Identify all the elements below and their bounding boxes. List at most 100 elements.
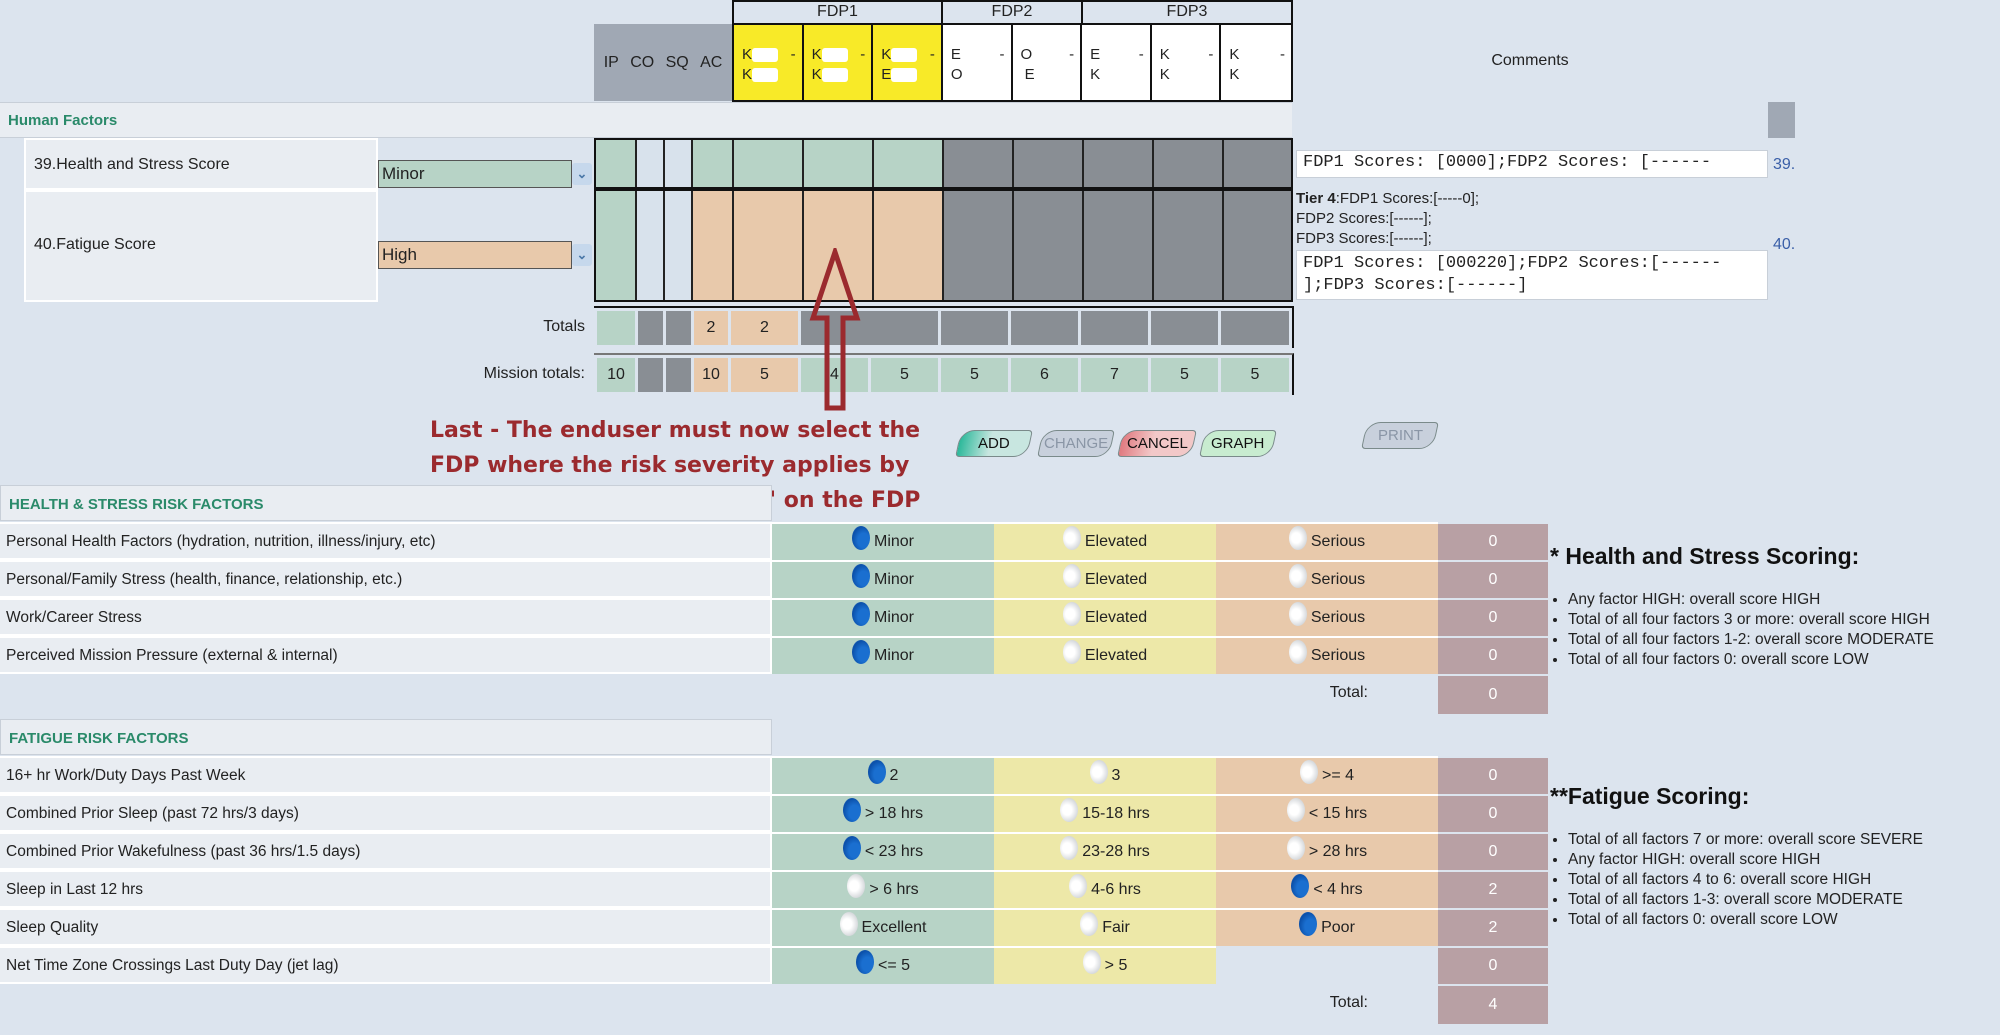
radio-unselected-icon[interactable] [839,912,858,936]
risk-option-moderate[interactable]: > 5 [994,946,1216,984]
radio-unselected-icon[interactable] [1288,526,1307,550]
print-button[interactable]: PRINT [1361,422,1439,449]
risk-option-moderate[interactable]: Elevated [994,522,1216,560]
risk-option-high[interactable]: Poor [1216,908,1438,946]
radio-unselected-icon[interactable] [1062,640,1081,664]
risk-option-low[interactable]: Minor [772,636,994,674]
grid-cell-ac[interactable] [693,191,734,300]
risk-option-moderate[interactable]: Fair [994,908,1216,946]
grid-cell-ip[interactable] [596,191,637,300]
scrollbar-thumb[interactable] [1768,102,1795,138]
risk-option-moderate[interactable]: Elevated [994,598,1216,636]
fdp1-leg-3[interactable]: K-E [873,25,943,100]
radio-unselected-icon[interactable] [1288,640,1307,664]
grid-cell-fdp3-leg3[interactable] [1224,140,1291,187]
radio-selected-icon[interactable] [855,950,874,974]
grid-cell-fdp2-leg2[interactable] [1014,191,1084,300]
grid-cell-fdp3-leg1[interactable] [1084,191,1154,300]
risk-option-moderate[interactable]: Elevated [994,560,1216,598]
risk-option-moderate[interactable]: 4-6 hrs [994,870,1216,908]
cancel-button[interactable]: CANCEL [1117,430,1197,457]
risk-option-low[interactable]: Minor [772,560,994,598]
radio-unselected-icon[interactable] [1062,526,1081,550]
grid-cell-co[interactable] [637,191,665,300]
risk-option-low[interactable]: <= 5 [772,946,994,984]
grid-cell-co[interactable] [637,140,665,187]
fdp1-leg-1[interactable]: K-K [734,25,804,100]
radio-unselected-icon[interactable] [1288,602,1307,626]
radio-selected-icon[interactable] [1299,912,1318,936]
radio-selected-icon[interactable] [851,564,870,588]
grid-cell-fdp1-leg3[interactable] [874,191,944,300]
chevron-down-icon[interactable]: ⌄ [572,244,592,266]
grid-cell-fdp1-leg2[interactable] [804,140,874,187]
comment-field-40[interactable]: FDP1 Scores: [000220];FDP2 Scores:[-----… [1296,250,1768,300]
add-button[interactable]: ADD [955,430,1033,457]
radio-selected-icon[interactable] [851,640,870,664]
fdp3-leg-1[interactable]: E-K [1082,25,1152,100]
grid-cell-fdp3-leg2[interactable] [1154,140,1224,187]
grid-cell-ac[interactable] [693,140,734,187]
radio-unselected-icon[interactable] [1286,836,1305,860]
risk-option-high[interactable]: Serious [1216,522,1438,560]
radio-unselected-icon[interactable] [1062,602,1081,626]
grid-cell-fdp1-leg1[interactable] [734,191,804,300]
risk-option-low[interactable]: Minor [772,522,994,560]
risk-option-low[interactable]: 2 [772,756,994,794]
risk-option-high[interactable]: Serious [1216,636,1438,674]
radio-unselected-icon[interactable] [1060,798,1079,822]
radio-selected-icon[interactable] [851,602,870,626]
risk-option-moderate[interactable]: 23-28 hrs [994,832,1216,870]
radio-unselected-icon[interactable] [1286,798,1305,822]
risk-option-moderate[interactable]: 3 [994,756,1216,794]
grid-cell-ip[interactable] [596,140,637,187]
fatigue-score-select[interactable]: High [378,241,572,269]
fdp1-leg-2[interactable]: K-K [803,25,874,100]
grid-cell-fdp2-leg1[interactable] [944,140,1014,187]
fdp3-leg-2[interactable]: K-K [1151,25,1222,100]
radio-unselected-icon[interactable] [1069,874,1088,898]
radio-selected-icon[interactable] [842,836,861,860]
risk-option-low[interactable]: Excellent [772,908,994,946]
grid-cell-fdp2-leg1[interactable] [944,191,1014,300]
risk-option-moderate[interactable]: Elevated [994,636,1216,674]
risk-option-low[interactable]: Minor [772,598,994,636]
radio-selected-icon[interactable] [1291,874,1310,898]
risk-option-high[interactable]: > 28 hrs [1216,832,1438,870]
grid-cell-fdp3-leg2[interactable] [1154,191,1224,300]
risk-option-low[interactable]: > 18 hrs [772,794,994,832]
chevron-down-icon[interactable]: ⌄ [572,163,592,185]
change-button[interactable]: CHANGE [1037,430,1115,457]
risk-option-high[interactable]: Serious [1216,598,1438,636]
risk-option-high[interactable]: < 4 hrs [1216,870,1438,908]
radio-unselected-icon[interactable] [1080,912,1099,936]
comment-field-39[interactable]: FDP1 Scores: [0000];FDP2 Scores: [------ [1296,150,1768,178]
radio-selected-icon[interactable] [842,798,861,822]
risk-option-high[interactable]: >= 4 [1216,756,1438,794]
grid-cell-fdp1-leg3[interactable] [874,140,944,187]
radio-unselected-icon[interactable] [847,874,866,898]
fdp2-leg-1[interactable]: E-O [942,25,1013,100]
radio-unselected-icon[interactable] [1288,564,1307,588]
radio-unselected-icon[interactable] [1299,760,1318,784]
risk-option-high[interactable]: < 15 hrs [1216,794,1438,832]
risk-option-low[interactable]: < 23 hrs [772,832,994,870]
health-stress-score-select[interactable]: Minor [378,160,572,188]
grid-cell-sq[interactable] [665,140,693,187]
risk-option-low[interactable]: > 6 hrs [772,870,994,908]
radio-unselected-icon[interactable] [1060,836,1079,860]
radio-selected-icon[interactable] [867,760,886,784]
grid-cell-fdp2-leg2[interactable] [1014,140,1084,187]
risk-option-high[interactable]: Serious [1216,560,1438,598]
radio-selected-icon[interactable] [851,526,870,550]
fdp3-leg-3[interactable]: K-K [1221,25,1291,100]
fdp2-leg-2[interactable]: O- E [1012,25,1083,100]
grid-cell-fdp3-leg1[interactable] [1084,140,1154,187]
graph-button[interactable]: GRAPH [1199,430,1277,457]
risk-option-moderate[interactable]: 15-18 hrs [994,794,1216,832]
grid-cell-fdp3-leg3[interactable] [1224,191,1291,300]
radio-unselected-icon[interactable] [1062,564,1081,588]
radio-unselected-icon[interactable] [1082,950,1101,974]
grid-cell-sq[interactable] [665,191,693,300]
grid-cell-fdp1-leg1[interactable] [734,140,804,187]
